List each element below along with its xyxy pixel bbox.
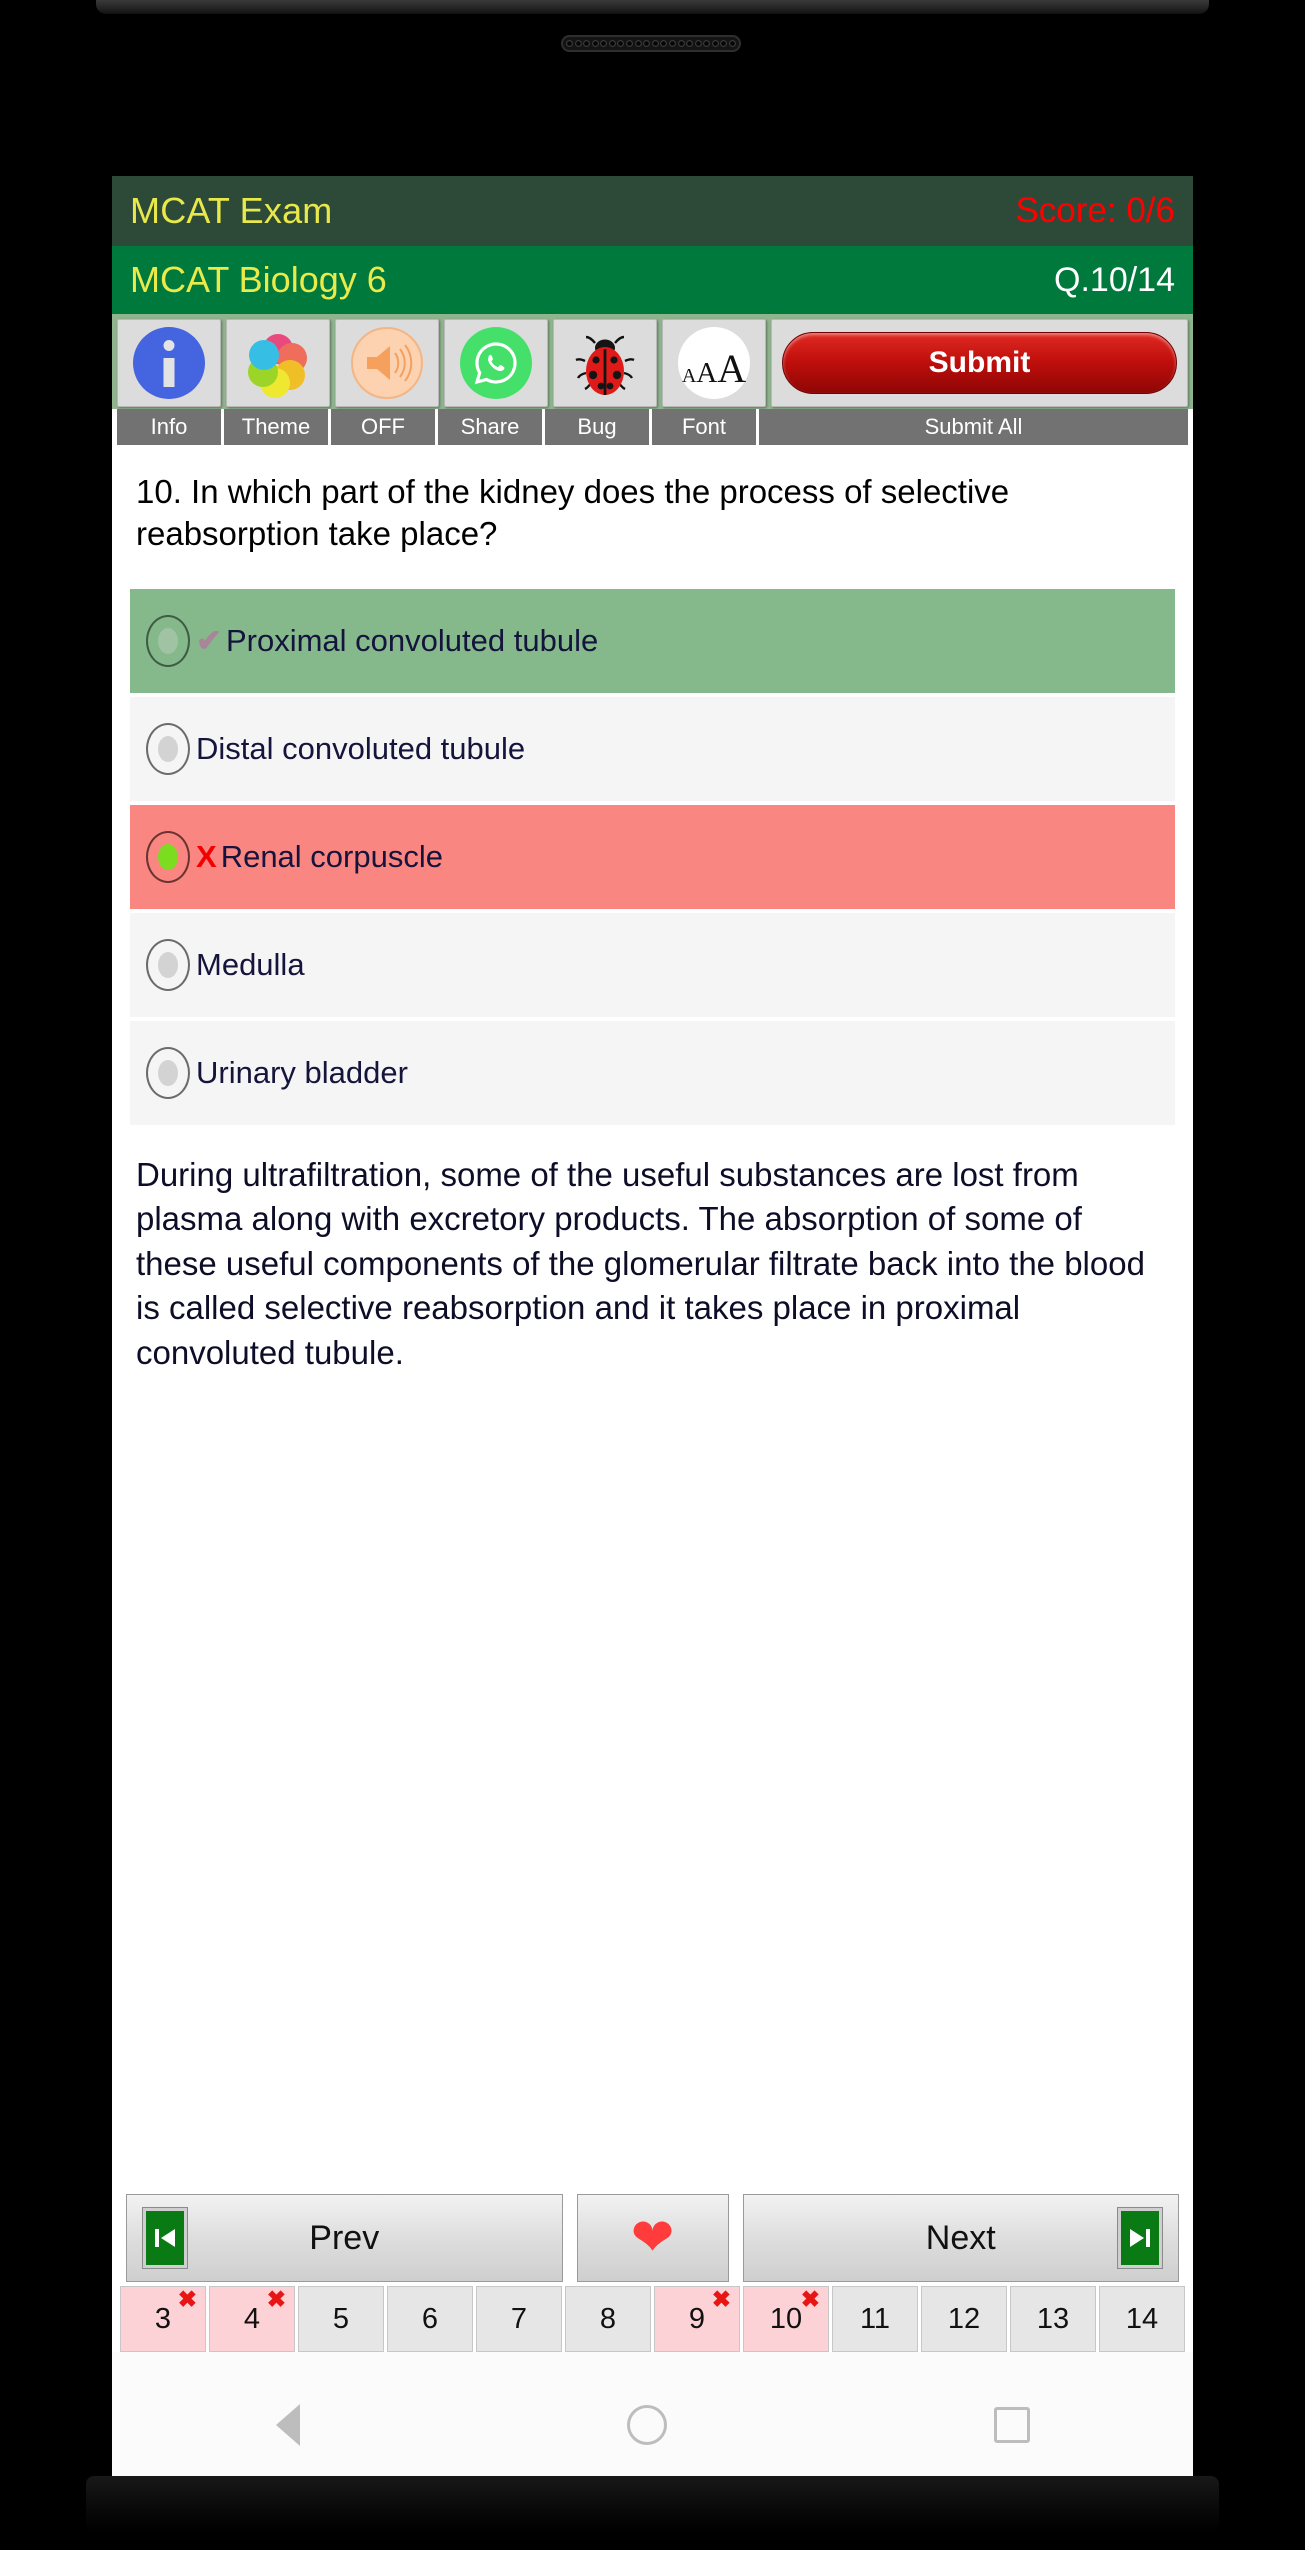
option-row[interactable]: Distal convoluted tubule bbox=[130, 696, 1175, 801]
option-row[interactable]: Urinary bladder bbox=[130, 1020, 1175, 1125]
pager-item[interactable]: 14 bbox=[1099, 2286, 1185, 2352]
info-icon bbox=[133, 327, 205, 399]
question-pager: ✖ 3 ✖ 4 5 6 7 8 ✖ 9 ✖ 10 11 12 13 14 bbox=[112, 2286, 1193, 2352]
radio-button[interactable] bbox=[146, 614, 190, 667]
option-label: Medulla bbox=[196, 946, 305, 982]
toolbar-label-submit-all: Submit All bbox=[759, 409, 1188, 445]
pager-number: 6 bbox=[421, 2302, 439, 2335]
pager-item[interactable]: 6 bbox=[387, 2286, 473, 2352]
pager-number: 7 bbox=[510, 2302, 528, 2335]
toolbar: AAA Submit bbox=[112, 314, 1193, 409]
incorrect-mark-icon: ✖ bbox=[266, 2286, 286, 2312]
radio-button[interactable] bbox=[146, 722, 190, 775]
option-label: Urinary bladder bbox=[196, 1054, 408, 1090]
option-row[interactable]: Medulla bbox=[130, 912, 1175, 1017]
pager-number: 11 bbox=[859, 2302, 891, 2335]
toolbar-label-bug: Bug bbox=[545, 409, 649, 445]
question-counter: Q.10/14 bbox=[1054, 260, 1175, 299]
pager-item[interactable]: 5 bbox=[298, 2286, 384, 2352]
next-question-button[interactable]: Next bbox=[742, 2194, 1179, 2282]
pager-number: 10 bbox=[769, 2302, 803, 2335]
incorrect-mark-icon: ✖ bbox=[800, 2286, 820, 2312]
speaker-icon bbox=[351, 327, 423, 399]
pager-item[interactable]: 8 bbox=[565, 2286, 651, 2352]
pager-number: 3 bbox=[154, 2302, 172, 2335]
app-title-bar: MCAT Exam Score: 0/6 bbox=[112, 176, 1193, 246]
score-display: Score: 0/6 bbox=[1015, 191, 1175, 230]
pager-item[interactable]: ✖ 3 bbox=[120, 2286, 206, 2352]
pager-number: 5 bbox=[332, 2302, 350, 2335]
pager-number: 14 bbox=[1125, 2302, 1159, 2335]
pager-item[interactable]: 7 bbox=[476, 2286, 562, 2352]
radio-button[interactable] bbox=[146, 938, 190, 991]
home-icon[interactable] bbox=[626, 2405, 667, 2445]
pager-number: 9 bbox=[688, 2302, 706, 2335]
pager-number: 12 bbox=[947, 2302, 981, 2335]
favorite-button[interactable]: ❤ bbox=[576, 2194, 729, 2282]
pager-item[interactable]: 12 bbox=[921, 2286, 1007, 2352]
share-button[interactable] bbox=[444, 319, 548, 407]
info-button[interactable] bbox=[117, 319, 221, 407]
incorrect-mark-icon: X bbox=[196, 838, 217, 874]
radio-button[interactable] bbox=[146, 830, 190, 883]
font-size-icon: AAA bbox=[678, 327, 750, 399]
submit-label: Submit bbox=[782, 332, 1177, 394]
pager-number: 13 bbox=[1036, 2302, 1070, 2335]
theme-button[interactable] bbox=[226, 319, 330, 407]
toolbar-label-font: Font bbox=[652, 409, 756, 445]
color-wheel-icon bbox=[248, 334, 307, 398]
next-label: Next bbox=[925, 2218, 996, 2257]
radio-button[interactable] bbox=[146, 1046, 190, 1099]
device-top-bezel bbox=[96, 0, 1209, 14]
explanation-text: During ultrafiltration, some of the usef… bbox=[136, 1155, 1145, 1371]
ladybug-icon bbox=[575, 335, 635, 395]
earpiece-speaker-grille bbox=[561, 35, 741, 52]
toolbar-label-share: Share bbox=[438, 409, 542, 445]
subject-title: MCAT Biology 6 bbox=[130, 259, 387, 300]
back-icon[interactable] bbox=[275, 2404, 300, 2446]
app-title: MCAT Exam bbox=[130, 190, 333, 231]
previous-question-button[interactable]: Prev bbox=[126, 2194, 563, 2282]
device-frame: MCAT Exam Score: 0/6 MCAT Biology 6 Q.10… bbox=[0, 0, 1305, 2550]
navigation-buttons: Prev ❤ Next bbox=[112, 2194, 1193, 2282]
toolbar-label-theme: Theme bbox=[224, 409, 328, 445]
option-row[interactable]: X Renal corpuscle bbox=[130, 804, 1175, 909]
option-row[interactable]: ✔ Proximal convoluted tubule bbox=[130, 588, 1175, 693]
toolbar-label-off: OFF bbox=[331, 409, 435, 445]
pager-item[interactable]: ✖ 9 bbox=[654, 2286, 740, 2352]
heart-icon: ❤ bbox=[630, 2209, 675, 2267]
toolbar-label-strip: Info Theme OFF Share Bug Font Submit All bbox=[112, 409, 1193, 445]
pager-item[interactable]: 13 bbox=[1010, 2286, 1096, 2352]
option-label: Renal corpuscle bbox=[220, 838, 443, 874]
submit-all-button[interactable]: Submit bbox=[771, 319, 1188, 407]
pager-item[interactable]: ✖ 4 bbox=[209, 2286, 295, 2352]
correct-mark-icon: ✔ bbox=[196, 622, 222, 658]
toolbar-label-info: Info bbox=[117, 409, 221, 445]
pager-number: 4 bbox=[243, 2302, 261, 2335]
app-screen: MCAT Exam Score: 0/6 MCAT Biology 6 Q.10… bbox=[112, 176, 1193, 2498]
skip-previous-icon bbox=[143, 2208, 187, 2268]
subject-bar: MCAT Biology 6 Q.10/14 bbox=[112, 246, 1193, 314]
bug-report-button[interactable] bbox=[553, 319, 657, 407]
sound-toggle-button[interactable] bbox=[335, 319, 439, 407]
question-text: 10. In which part of the kidney does the… bbox=[136, 473, 1010, 552]
recents-icon[interactable] bbox=[993, 2407, 1030, 2443]
pager-item[interactable]: 11 bbox=[832, 2286, 918, 2352]
whatsapp-icon bbox=[460, 327, 532, 399]
skip-next-icon bbox=[1118, 2208, 1162, 2268]
option-label: Proximal convoluted tubule bbox=[225, 622, 599, 658]
option-label: Distal convoluted tubule bbox=[196, 730, 526, 766]
incorrect-mark-icon: ✖ bbox=[711, 2286, 731, 2312]
pager-number: 8 bbox=[599, 2302, 617, 2335]
previous-label: Prev bbox=[309, 2218, 380, 2257]
font-size-button[interactable]: AAA bbox=[662, 319, 766, 407]
pager-item[interactable]: ✖ 10 bbox=[743, 2286, 829, 2352]
device-bottom-bezel bbox=[86, 2476, 1219, 2532]
options-list: ✔ Proximal convoluted tubule Distal conv… bbox=[112, 563, 1193, 1125]
incorrect-mark-icon: ✖ bbox=[177, 2286, 197, 2312]
